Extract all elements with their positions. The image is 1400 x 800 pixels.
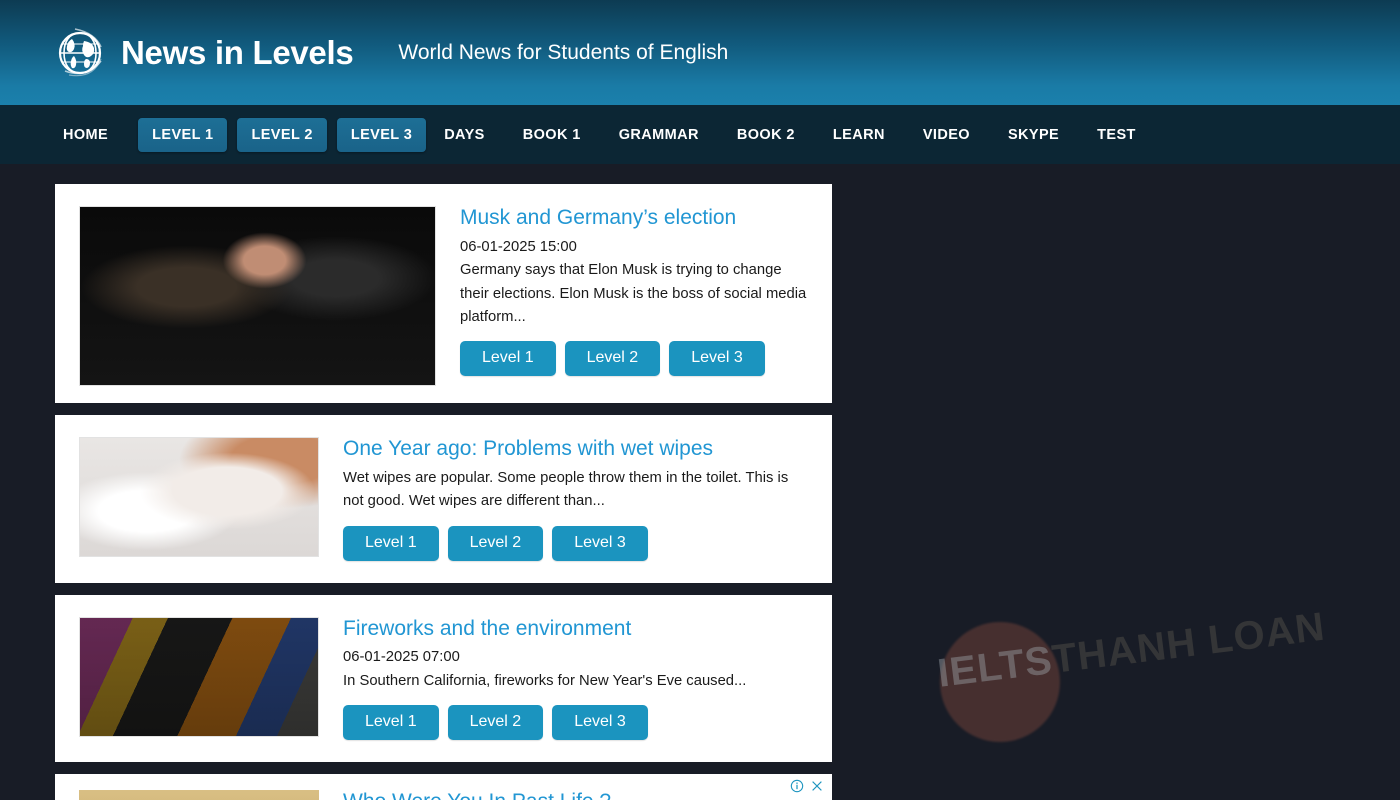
ad-controls — [790, 779, 824, 793]
level-button-2[interactable]: Level 2 — [447, 525, 544, 561]
article-thumbnail[interactable] — [79, 616, 319, 737]
article-body: One Year ago: Problems with wet wipes Wet… — [319, 437, 808, 561]
article-card: One Year ago: Problems with wet wipes Wet… — [55, 415, 832, 583]
article-body: Fireworks and the environment 06-01-2025 … — [319, 617, 808, 741]
article-excerpt: Germany says that Elon Musk is trying to… — [460, 262, 807, 325]
nav-item-level-2[interactable]: LEVEL 2 — [237, 117, 327, 152]
nav-item-level-1[interactable]: LEVEL 1 — [138, 117, 228, 152]
level-button-group: Level 1 Level 2 Level 3 — [343, 705, 808, 741]
site-header: News in Levels World News for Students o… — [0, 0, 1400, 105]
level-button-2[interactable]: Level 2 — [447, 705, 544, 741]
level-button-3[interactable]: Level 3 — [669, 341, 765, 377]
watermark-text: IELTSTHANH LOAN — [935, 605, 1327, 697]
article-excerpt: In Southern California, fireworks for Ne… — [343, 672, 747, 689]
watermark-circle — [940, 622, 1060, 742]
nav-item-skype[interactable]: SKYPE — [1000, 118, 1067, 152]
article-excerpt: Wet wipes are popular. Some people throw… — [343, 469, 789, 510]
watermark: IELTSTHANH LOAN — [930, 605, 1400, 752]
page-body: Musk and Germany’s election 06-01-2025 15… — [0, 167, 1400, 800]
level-button-group: Level 1 Level 2 Level 3 — [343, 525, 808, 561]
watermark-part2: THANH LOAN — [1049, 604, 1328, 682]
article-list: Musk and Germany’s election 06-01-2025 15… — [55, 184, 832, 800]
article-card: Musk and Germany’s election 06-01-2025 15… — [55, 184, 832, 403]
article-body: Musk and Germany’s election 06-01-2025 15… — [436, 206, 808, 377]
advertisement-card: Who Were You In Past Life ?Discover your… — [55, 774, 832, 800]
article-title-link[interactable]: One Year ago: Problems with wet wipes — [343, 437, 808, 462]
nav-item-book-2[interactable]: BOOK 2 — [729, 118, 803, 152]
article-thumbnail[interactable] — [79, 437, 319, 557]
nav-item-book-1[interactable]: BOOK 1 — [515, 118, 589, 152]
nav-item-learn[interactable]: LEARN — [825, 118, 893, 152]
article-date: 06-01-2025 15:00 — [460, 238, 577, 255]
article-date: 06-01-2025 07:00 — [343, 649, 460, 666]
level-button-group: Level 1 Level 2 Level 3 — [460, 341, 808, 377]
nav-item-video[interactable]: VIDEO — [915, 118, 978, 152]
close-icon[interactable] — [810, 779, 824, 793]
article-card: Fireworks and the environment 06-01-2025 … — [55, 594, 832, 763]
ad-title-link[interactable]: Who Were You In Past Life ? — [343, 790, 808, 800]
nav-item-grammar[interactable]: GRAMMAR — [611, 118, 707, 152]
brand-tagline: World News for Students of English — [398, 40, 729, 64]
main-navigation: HOME LEVEL 1 LEVEL 2 LEVEL 3 DAYS BOOK 1 GRAMM… — [0, 105, 1400, 167]
article-title-link[interactable]: Musk and Germany’s election — [460, 206, 808, 231]
level-button-1[interactable]: Level 1 — [460, 341, 556, 377]
ad-thumbnail[interactable] — [79, 790, 319, 800]
watermark-part1: IELTS — [935, 638, 1056, 696]
header-branding[interactable]: News in Levels World News for Students o… — [0, 27, 728, 79]
level-button-3[interactable]: Level 3 — [552, 705, 648, 741]
adchoices-info-icon[interactable] — [790, 779, 804, 793]
level-button-3[interactable]: Level 3 — [552, 525, 648, 561]
nav-item-level-3[interactable]: LEVEL 3 — [336, 117, 427, 152]
level-button-1[interactable]: Level 1 — [343, 705, 439, 741]
brand-title: News in Levels — [121, 33, 354, 71]
nav-item-home[interactable]: HOME — [55, 118, 116, 152]
level-button-1[interactable]: Level 1 — [343, 525, 439, 561]
globe-icon — [58, 27, 102, 76]
article-thumbnail[interactable] — [79, 206, 436, 386]
nav-item-test[interactable]: TEST — [1089, 118, 1144, 152]
article-title-link[interactable]: Fireworks and the environment — [343, 617, 808, 642]
nav-item-days[interactable]: DAYS — [436, 118, 493, 152]
level-button-2[interactable]: Level 2 — [564, 341, 661, 377]
ad-body: Who Were You In Past Life ?Discover your… — [319, 790, 808, 800]
